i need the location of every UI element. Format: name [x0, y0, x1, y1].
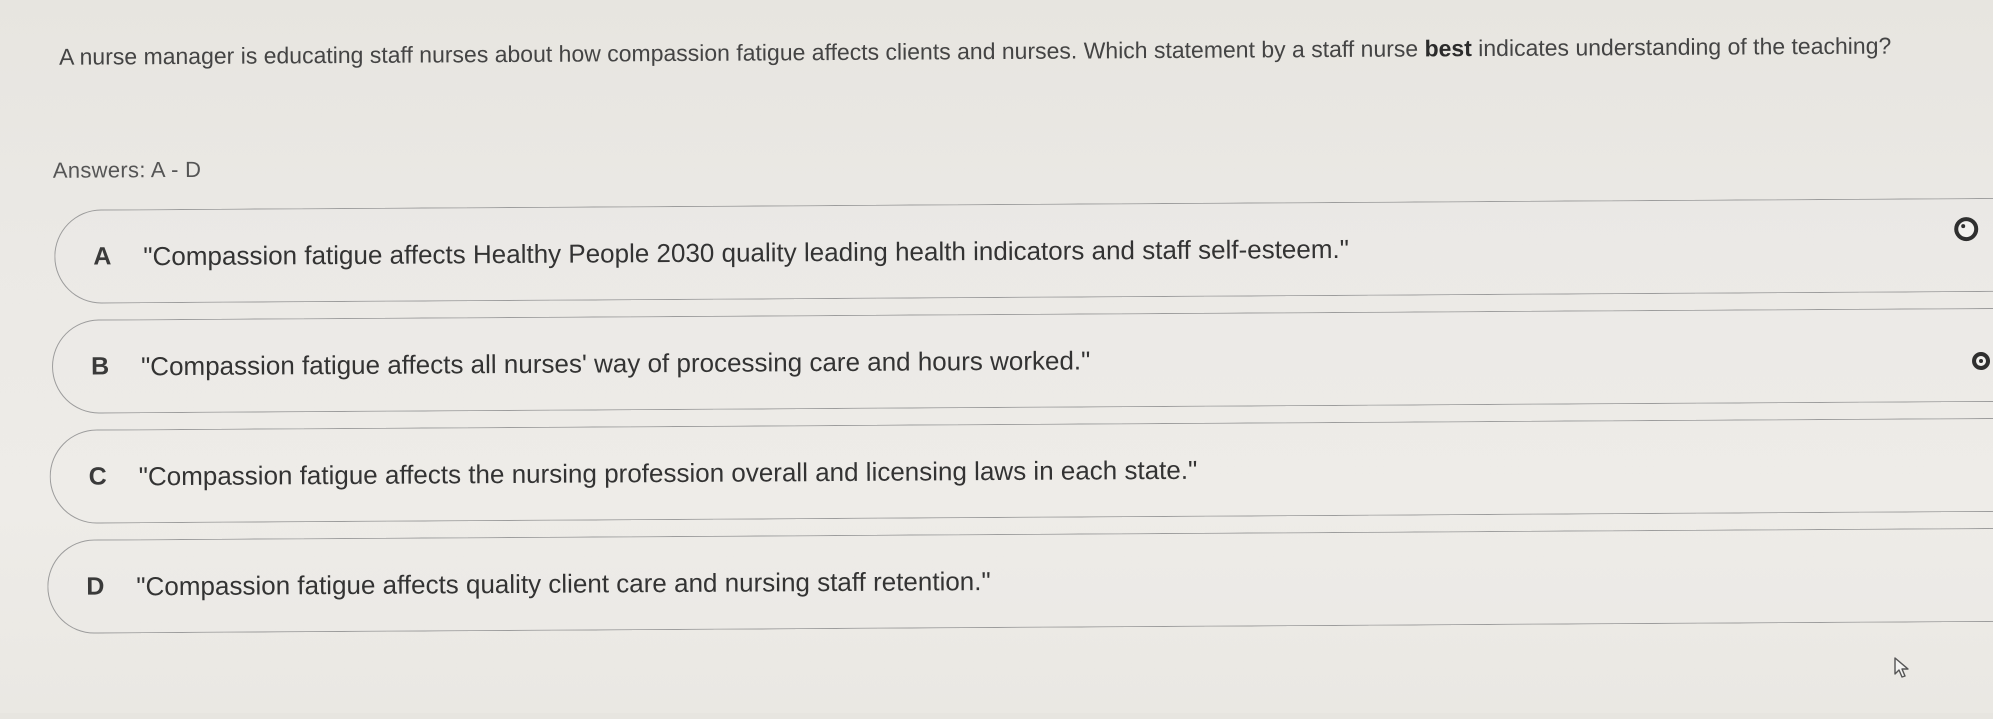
option-letter: B: [90, 351, 110, 381]
question-emphasis: best: [1424, 35, 1472, 62]
radio-button-icon[interactable]: [1971, 351, 1991, 371]
option-text: "Compassion fatigue affects the nursing …: [138, 454, 1198, 491]
answer-option-d[interactable]: D "Compassion fatigue affects quality cl…: [47, 527, 1993, 634]
question-text: A nurse manager is educating staff nurse…: [59, 28, 1949, 74]
question-text-before: A nurse manager is educating staff nurse…: [59, 35, 1425, 70]
option-letter: C: [88, 461, 107, 491]
option-text: "Compassion fatigue affects Healthy Peop…: [143, 233, 1349, 271]
mouse-pointer-icon: [1894, 657, 1909, 678]
answers-label: Answers: A - D: [52, 156, 202, 183]
answer-option-b[interactable]: B "Compassion fatigue affects all nurses…: [51, 307, 1993, 414]
option-letter: A: [93, 241, 112, 271]
option-letter: D: [86, 571, 105, 601]
radio-button-icon[interactable]: [1954, 217, 1979, 242]
option-text: "Compassion fatigue affects all nurses' …: [140, 344, 1091, 381]
answer-option-a[interactable]: A "Compassion fatigue affects Healthy Pe…: [54, 197, 1993, 304]
option-text: "Compassion fatigue affects quality clie…: [136, 565, 991, 601]
quiz-page: A nurse manager is educating staff nurse…: [0, 0, 1993, 719]
question-text-after: indicates understanding of the teaching?: [1471, 32, 1892, 62]
answer-option-c[interactable]: C "Compassion fatigue affects the nursin…: [49, 417, 1993, 524]
